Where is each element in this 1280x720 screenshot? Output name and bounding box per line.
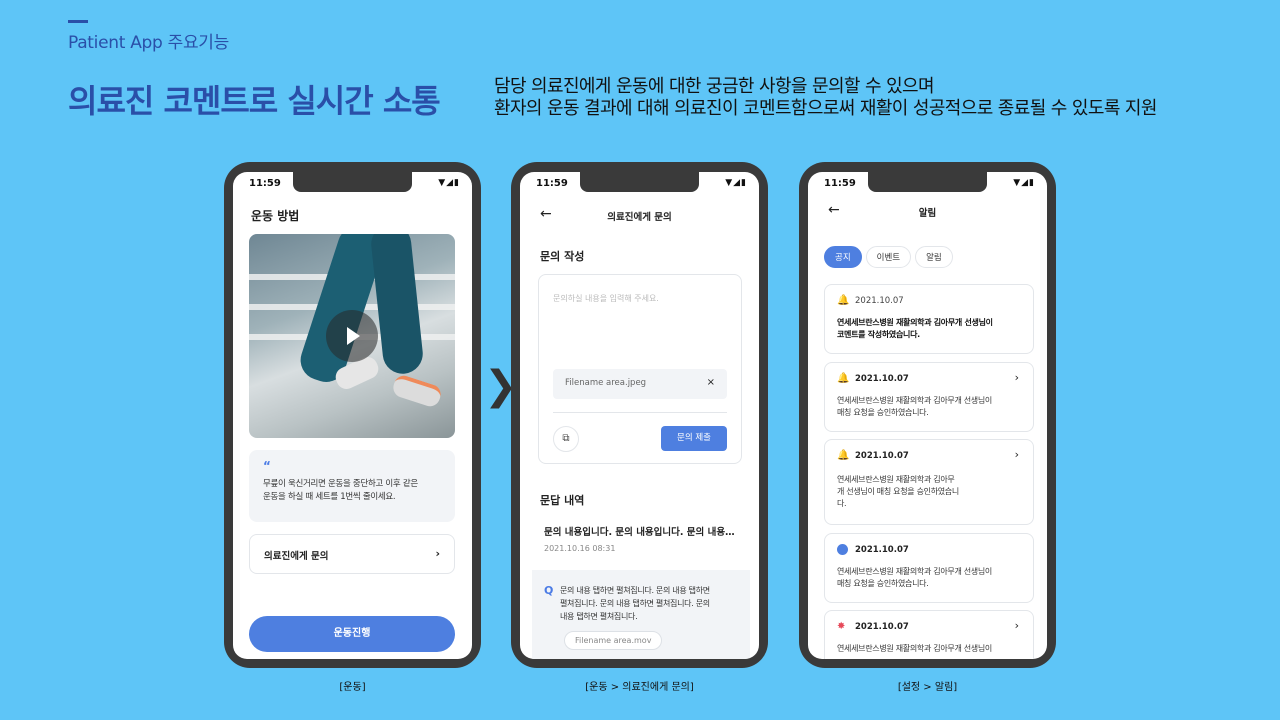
status-icons: ▼◢▮	[438, 178, 460, 188]
notification-body: 연세세브란스병원 재활의학과 김아무개 선생님이	[837, 643, 1021, 655]
phone-notifications: 11:59 ▼◢▮ ← 알림 공지 이벤트 알림 🔔 2021.10.07 연세세브란…	[799, 162, 1056, 668]
notification-body: 연세세브란스병원 재활의학과 김아무개 선생님이 코멘트를 작성하였습니다.	[837, 317, 1021, 341]
screen-title: 알림	[918, 208, 937, 219]
notification-card[interactable]: 2021.10.07 연세세브란스병원 재활의학과 김아무개 선생님이 매칭 요…	[824, 533, 1034, 603]
phone-caption: [설정 > 알림]	[897, 682, 958, 693]
page-headline: 의료진 코멘트로 실시간 소통	[68, 82, 441, 120]
question-mark-icon: Q	[544, 584, 554, 597]
compose-section-title: 문의 작성	[540, 250, 585, 263]
phone-notch	[580, 172, 699, 192]
play-icon[interactable]	[326, 310, 378, 362]
status-time: 11:59	[249, 178, 281, 189]
notification-line: 연세세브란스병원 재활의학과 김아무	[837, 475, 955, 484]
notification-body: 연세세브란스병원 재활의학과 김아무개 선생님이 매칭 요청을 승인하였습니다.	[837, 566, 1021, 590]
notification-line: 코멘트를 작성하였습니다.	[837, 330, 920, 339]
chevron-right-icon: ›	[435, 547, 440, 560]
phone-caption: [운동]	[339, 682, 366, 693]
phone-inquiry: 11:59 ▼◢▮ ← 의료진에게 문의 문의 작성 문의하실 내용을 입력해 …	[511, 162, 768, 668]
notification-line: 다.	[837, 499, 847, 508]
start-exercise-button[interactable]: 운동진행	[249, 616, 455, 652]
status-time: 11:59	[536, 178, 568, 189]
bell-icon: 🔔	[837, 450, 850, 461]
notification-date: 2021.10.07	[855, 451, 909, 461]
bell-icon: 🔔	[837, 373, 850, 384]
status-icons: ▼◢▮	[1013, 178, 1035, 188]
tab-notice[interactable]: 공지	[824, 246, 862, 268]
divider	[553, 412, 727, 413]
chat-bubble-icon	[837, 544, 848, 555]
section-eyebrow: Patient App 주요기능	[68, 33, 229, 53]
tip-line: 무릎이 욱신거리면 운동을 중단하고 이후 같은	[263, 479, 418, 489]
notification-line: 연세세브란스병원 재활의학과 김아무개 선생님이	[837, 567, 992, 576]
inquiry-line: 펼쳐집니다. 문의 내용 탭하면 펼쳐집니다. 문의	[560, 599, 710, 608]
tab-event[interactable]: 이벤트	[865, 246, 912, 268]
notification-body: 연세세브란스병원 재활의학과 김아무개 선생님이 매칭 요청을 승인하였습니다.	[837, 395, 1021, 419]
notification-line: 매칭 요청을 승인하였습니다.	[837, 408, 929, 417]
phone-caption: [운동 > 의료진에게 문의]	[585, 682, 694, 693]
tab-alert[interactable]: 알림	[915, 246, 953, 268]
attachment-chip: Filename area.jpeg ×	[553, 369, 727, 399]
status-icons: ▼◢▮	[725, 178, 747, 188]
notification-date: 2021.10.07	[855, 622, 909, 632]
notification-line: 연세세브란스병원 재활의학과 김아무개 선생님이	[837, 644, 992, 653]
ask-doctor-button[interactable]: 의료진에게 문의 ›	[249, 534, 455, 574]
notification-date: 2021.10.07	[855, 374, 909, 384]
notification-card[interactable]: ✸ 2021.10.07 › 연세세브란스병원 재활의학과 김아무개 선생님이	[824, 610, 1034, 659]
inquiry-textarea[interactable]: 문의하실 내용을 입력해 주세요.	[553, 293, 659, 304]
inquiry-line: 내용 탭하면 펼쳐집니다.	[560, 612, 638, 621]
remove-attachment-icon[interactable]: ×	[707, 377, 715, 388]
inquiry-detail: Q 문의 내용 탭하면 펼쳐집니다. 문의 내용 탭하면 펼쳐집니다. 문의 내…	[532, 570, 750, 659]
notification-line: 개 선생님이 매칭 요청을 승인하였습니	[837, 487, 959, 496]
description-line: 환자의 운동 결과에 대해 의료진이 코멘트함으로써 재활이 성공적으로 종료될…	[494, 98, 1157, 119]
notification-date: 2021.10.07	[855, 545, 909, 555]
notification-line: 연세세브란스병원 재활의학과 김아무개 선생님이	[837, 318, 993, 327]
status-time: 11:59	[824, 178, 856, 189]
notification-card[interactable]: 🔔 2021.10.07 › 연세세브란스병원 재활의학과 김아무개 선생님이 매칭…	[824, 362, 1034, 432]
attachment-name: Filename area.jpeg	[565, 378, 647, 388]
notification-date: 2021.10.07	[855, 296, 904, 306]
inquiry-line: 문의 내용 탭하면 펼쳐집니다. 문의 내용 탭하면	[560, 586, 710, 595]
page-description: 담당 의료진에게 운동에 대한 궁금한 사항을 문의할 수 있으며 환자의 운동…	[494, 76, 1157, 120]
notification-card[interactable]: 🔔 2021.10.07 › 연세세브란스병원 재활의학과 김아무 개 선생님이 매…	[824, 439, 1034, 525]
notification-tabs: 공지 이벤트 알림	[824, 246, 957, 268]
inquiry-date: 2021.10.16 08:31	[544, 544, 616, 553]
exercise-video[interactable]	[249, 234, 455, 438]
tip-text: 무릎이 욱신거리면 운동을 중단하고 이후 같은 운동을 하실 때 세트를 1번…	[263, 478, 441, 504]
phone-screen: 11:59 ▼◢▮ ← 의료진에게 문의 문의 작성 문의하실 내용을 입력해 …	[520, 172, 759, 659]
inquiry-attachment[interactable]: Filename area.mov	[564, 631, 663, 650]
phone-screen: 11:59 ▼◢▮ ← 알림 공지 이벤트 알림 🔔 2021.10.07 연세세브란…	[808, 172, 1047, 659]
description-line: 담당 의료진에게 운동에 대한 궁금한 사항을 문의할 수 있으며	[494, 76, 935, 97]
phone-exercise: 11:59 ▼◢▮ 운동 방법 “ 무릎이 욱신거리면 운동을 중단하고 이후 …	[224, 162, 481, 668]
screen-title: 운동 방법	[251, 209, 300, 223]
star-badge-icon: ✸	[837, 621, 846, 632]
chevron-right-icon: ›	[1014, 619, 1019, 632]
exercise-tip: “ 무릎이 욱신거리면 운동을 중단하고 이후 같은 운동을 하실 때 세트를 …	[249, 450, 455, 522]
inquiry-compose-card: 문의하실 내용을 입력해 주세요. Filename area.jpeg × ⧉…	[538, 274, 742, 464]
notification-card[interactable]: 🔔 2021.10.07 연세세브란스병원 재활의학과 김아무개 선생님이 코멘트…	[824, 284, 1034, 354]
phone-notch	[293, 172, 412, 192]
video-scene-shoe	[390, 373, 444, 409]
quote-icon: “	[263, 459, 271, 473]
notification-line: 매칭 요청을 승인하였습니다.	[837, 579, 929, 588]
screen-title: 의료진에게 문의	[607, 212, 672, 223]
inquiry-preview[interactable]: 문의 내용입니다. 문의 내용입니다. 문의 내용…	[544, 524, 740, 538]
attach-image-icon[interactable]: ⧉	[553, 426, 579, 452]
submit-inquiry-button[interactable]: 문의 제출	[661, 426, 727, 451]
tip-line: 운동을 하실 때 세트를 1번씩 줄이세요.	[263, 492, 396, 502]
chevron-right-icon: ›	[1014, 371, 1019, 384]
notification-body: 연세세브란스병원 재활의학과 김아무 개 선생님이 매칭 요청을 승인하였습니 …	[837, 474, 1021, 510]
reply-section-title: 문답 내역	[540, 494, 585, 507]
phone-screen: 11:59 ▼◢▮ 운동 방법 “ 무릎이 욱신거리면 운동을 중단하고 이후 …	[233, 172, 472, 659]
video-scene-leg	[369, 234, 425, 376]
chevron-right-icon: ›	[1014, 448, 1019, 461]
bell-icon: 🔔	[837, 295, 850, 306]
notification-line: 연세세브란스병원 재활의학과 김아무개 선생님이	[837, 396, 992, 405]
phone-notch	[868, 172, 987, 192]
ask-doctor-label: 의료진에게 문의	[264, 551, 329, 562]
accent-bar	[68, 20, 88, 23]
inquiry-detail-text: 문의 내용 탭하면 펼쳐집니다. 문의 내용 탭하면 펼쳐집니다. 문의 내용 …	[560, 584, 738, 623]
